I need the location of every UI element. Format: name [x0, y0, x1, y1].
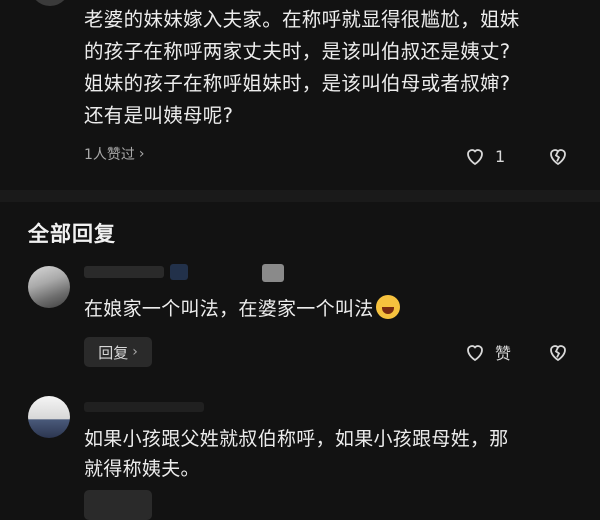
chevron-right-icon: ›	[138, 146, 145, 162]
redacted-username	[84, 402, 204, 412]
comment-line: 如果小孩跟父姓就叔伯称呼，如果小孩跟母姓，那	[84, 428, 509, 450]
comment-body: 在娘家一个叫法，在婆家一个叫法	[84, 298, 374, 320]
chevron-right-icon: ›	[132, 344, 138, 360]
comment-like-button[interactable]: 赞	[463, 340, 511, 364]
like-count: 1	[495, 146, 506, 166]
redacted-badge	[170, 264, 188, 280]
post-dislike-button[interactable]	[546, 144, 570, 172]
avatar[interactable]	[28, 266, 70, 308]
broken-heart-icon	[550, 149, 566, 166]
post-line: 姐妹的孩子在称呼姐妹时，是该叫伯母或者叔婶?	[84, 72, 511, 95]
laughing-crying-emoji-icon	[375, 295, 400, 319]
author-avatar[interactable]	[30, 0, 70, 6]
heart-icon	[467, 345, 483, 362]
avatar[interactable]	[28, 396, 70, 438]
comment-dislike-button[interactable]	[546, 340, 570, 368]
all-replies-title: 全部回复	[28, 222, 116, 246]
reply-button[interactable]: 回复 ›	[84, 337, 152, 367]
post-body: 老婆的妹妹嫁入夫家。在称呼就显得很尴尬，姐妹 的孩子在称呼两家丈夫时，是该叫伯叔…	[84, 4, 589, 132]
reply-button[interactable]	[84, 490, 152, 520]
section-divider	[0, 190, 600, 202]
liked-by-link[interactable]: 1人赞过 ›	[84, 144, 145, 164]
reply-label: 回复	[98, 343, 129, 362]
post-like-button[interactable]: 1	[463, 144, 505, 168]
comment-text: 如果小孩跟父姓就叔伯称呼，如果小孩跟母姓，那 就得称姨夫。	[84, 424, 584, 484]
liked-by-label: 1人赞过	[84, 147, 135, 163]
post-line: 的孩子在称呼两家丈夫时，是该叫伯叔还是姨丈?	[84, 40, 511, 63]
redacted-badge	[262, 264, 284, 282]
heart-icon	[467, 149, 483, 166]
like-label: 赞	[495, 344, 512, 363]
redacted-username	[84, 266, 164, 278]
post-line: 还有是叫姨母呢?	[84, 104, 234, 127]
post-line: 老婆的妹妹嫁入夫家。在称呼就显得很尴尬，姐妹	[84, 8, 520, 31]
broken-heart-icon	[550, 345, 566, 362]
comment-text: 在娘家一个叫法，在婆家一个叫法	[84, 294, 584, 324]
comment-line: 就得称姨夫。	[84, 458, 200, 480]
